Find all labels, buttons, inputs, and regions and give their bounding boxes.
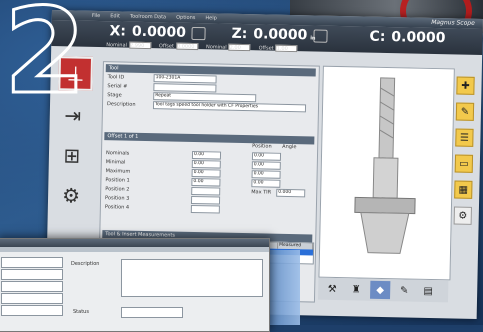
dialog-field[interactable] xyxy=(1,281,63,292)
view-tool-icon[interactable]: ⚒ xyxy=(322,280,342,298)
offset-label: Offset 0.0000 xyxy=(159,42,199,51)
nominal-label: Nominal 2.990 xyxy=(106,41,152,50)
x-axis-readout: X: 0.0000 xyxy=(109,23,186,41)
menu-bar: File Edit Toolroom Data Options Help xyxy=(92,13,217,22)
z-zero-icon[interactable] xyxy=(313,29,328,43)
grid-cell[interactable]: 0.00 xyxy=(191,150,222,160)
dialog-description-field[interactable] xyxy=(121,259,263,297)
menu-item-toolroom[interactable]: Toolroom Data xyxy=(130,14,166,21)
menu-item-file[interactable]: File xyxy=(92,13,100,19)
grid-cell[interactable] xyxy=(190,195,221,205)
x-zero-icon[interactable] xyxy=(191,26,206,41)
edit-icon[interactable]: ✎ xyxy=(455,102,475,121)
document-icon[interactable]: ▭ xyxy=(454,154,474,173)
tir-field[interactable]: 0.000 xyxy=(276,188,306,198)
view-3d-icon[interactable]: ◆ xyxy=(370,280,391,300)
c-axis-label: C: xyxy=(369,28,386,45)
dialog-toolbar xyxy=(0,247,269,252)
z-nominal-field[interactable]: 2.00 xyxy=(228,43,251,52)
brand-logo: Magnus Scope xyxy=(431,18,475,27)
grid-cell[interactable]: 0.00 xyxy=(191,159,221,169)
nominal-label-z: Nominal 2.00 xyxy=(206,43,251,52)
dialog-field[interactable] xyxy=(1,293,63,304)
grid-cell[interactable]: 0.00 xyxy=(251,179,281,188)
col-header-position: Position xyxy=(252,143,272,150)
dialog-field[interactable] xyxy=(1,257,63,268)
grid-cell[interactable]: 0.00 xyxy=(191,177,221,187)
x-axis-value: 0.0000 xyxy=(131,23,187,41)
tool-id-label: Tool ID xyxy=(107,74,125,81)
view-insert-icon[interactable]: ✎ xyxy=(394,281,414,299)
dialog-field[interactable] xyxy=(1,305,63,316)
z-axis-label: Z: xyxy=(231,25,248,43)
description-label: Description xyxy=(106,101,136,108)
stage-label: Stage xyxy=(107,92,122,99)
row-label: Minimal xyxy=(105,159,126,166)
nominal-offset-bar: Nominal 2.990 Offset 0.0000 Nominal 2.00 Of… xyxy=(106,41,298,53)
row-label: Position 4 xyxy=(104,204,130,211)
settings-icon[interactable]: ⚙ xyxy=(453,206,472,225)
z-axis-readout: Z: 0.0000 in xyxy=(231,26,315,44)
tool-preview xyxy=(318,65,455,281)
col-header-angle: Angle xyxy=(282,143,297,151)
view-holder-icon[interactable]: ♜ xyxy=(346,280,366,298)
grid-cell[interactable]: 0.00 xyxy=(251,170,281,179)
c-axis-readout: C: 0.0000 xyxy=(369,29,445,47)
description-field[interactable]: Tool tags speed tool holder with CF Prop… xyxy=(152,101,307,113)
grid-cell[interactable]: 0.00 xyxy=(191,168,221,178)
c-axis-value: 0.0000 xyxy=(391,29,446,47)
holder-icon[interactable]: ⚙ xyxy=(56,180,87,211)
col-measured[interactable]: Measured xyxy=(278,242,314,250)
dialog-field[interactable] xyxy=(1,269,63,280)
z-offset-field[interactable]: 1.00 xyxy=(275,44,298,53)
dialog-status-label: Status xyxy=(73,309,89,315)
offset-label-z: Offset 1.00 xyxy=(259,44,298,53)
right-toolbar: ✚ ✎ ☰ ▭ ▦ ⚙ xyxy=(453,76,476,232)
menu-item-options[interactable]: Options xyxy=(176,15,195,21)
tool-holder-drawing xyxy=(354,77,416,254)
profile-icon[interactable]: ⊞ xyxy=(57,140,88,171)
new-icon[interactable]: ✚ xyxy=(456,76,475,95)
report-icon[interactable]: ▦ xyxy=(454,180,473,199)
grid-cell[interactable] xyxy=(191,186,221,196)
x-offset-field[interactable]: 0.0000 xyxy=(175,42,199,51)
z-axis-value: 0.0000 xyxy=(253,26,308,44)
row-label: Maximum xyxy=(105,168,131,175)
tool-id-field[interactable]: 100-2301A xyxy=(153,74,217,84)
row-label: Position 2 xyxy=(105,186,130,193)
row-label: Position 3 xyxy=(105,195,130,202)
serial-label: Serial # xyxy=(107,83,128,90)
grid-cell[interactable]: 0.00 xyxy=(251,152,282,161)
row-label: Nominals xyxy=(105,150,130,157)
grid-cell[interactable] xyxy=(190,204,220,214)
preview-tabs: ⚒ ♜ ◆ ✎ ▤ xyxy=(317,277,449,303)
dialog-titlebar xyxy=(0,239,269,247)
view-report-icon[interactable]: ▤ xyxy=(418,282,438,300)
foreground-dialog: Description Status xyxy=(0,238,270,332)
grid-cell[interactable]: 0.00 xyxy=(251,161,281,170)
section-offsets: Offset 1 of 1 xyxy=(104,132,315,145)
dialog-status-field[interactable] xyxy=(121,307,183,318)
tir-label: Max TIR xyxy=(251,189,272,196)
menu-item-help[interactable]: Help xyxy=(205,15,217,21)
row-label: Position 1 xyxy=(105,177,130,184)
step-number: 2 xyxy=(2,0,87,120)
menu-item-edit[interactable]: Edit xyxy=(110,13,120,19)
list-icon[interactable]: ☰ xyxy=(455,128,474,147)
dialog-description-label: Description xyxy=(71,261,100,267)
x-nominal-field[interactable]: 2.990 xyxy=(128,41,152,50)
x-axis-label: X: xyxy=(109,23,127,40)
serial-field[interactable] xyxy=(153,83,217,93)
